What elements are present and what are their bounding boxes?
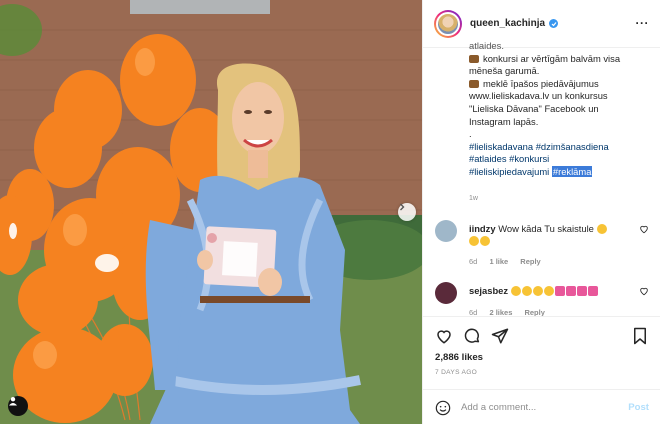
heart-eyes-emoji-icon (480, 236, 490, 246)
crying-laughing-emoji-icon (543, 286, 554, 296)
caption-line: konkursi ar vērtīgām balvām visa (469, 53, 649, 66)
caption-line: . (469, 128, 472, 140)
commenter-avatar[interactable] (435, 220, 457, 242)
comment-text: iindzy Wow kāda Tu skaistule (469, 223, 639, 247)
comment-likes[interactable]: 1 like (489, 257, 508, 266)
crying-laughing-emoji-icon (521, 286, 532, 296)
like-comment-heart-icon[interactable] (639, 224, 649, 234)
post-caption: atlaides. konkursi ar vērtīgām balvām vi… (469, 40, 649, 179)
gift-emoji-icon (576, 286, 587, 296)
gift-emoji-icon (554, 286, 565, 296)
hashtag-link[interactable]: #konkursi (509, 153, 549, 164)
crying-laughing-emoji-icon (532, 286, 543, 296)
caption-line: meklē īpašos piedāvājumus (469, 78, 649, 91)
post-side-panel: queen_kachinja ··· atlaides. konkursi ar… (422, 0, 660, 424)
comment-input[interactable] (461, 402, 629, 413)
hashtag-line: #lieliskadavana #dzimšanasdiena (469, 141, 649, 154)
bookmark-icon[interactable] (631, 327, 649, 345)
photo-illustration (0, 0, 422, 424)
gift-emoji-icon (565, 286, 576, 296)
heart-eyes-emoji-icon (596, 224, 607, 234)
commenter-username[interactable]: iindzy (469, 223, 496, 234)
hashtag-line: #atlaides #konkursi (469, 153, 649, 166)
comment-body: Wow kāda Tu skaistule (498, 223, 594, 234)
gift-box-emoji-icon (469, 79, 479, 88)
user-icon (9, 397, 17, 406)
chevron-right-icon (400, 203, 405, 211)
comment-meta: 6d 1 like Reply (469, 257, 551, 266)
caption-line: Instagram lapās. (469, 115, 539, 127)
verified-badge-icon (549, 19, 559, 28)
heart-icon[interactable] (435, 327, 453, 345)
smiley-icon[interactable] (435, 400, 451, 416)
hashtag-link[interactable]: #dzimšanasdiena (536, 141, 609, 152)
reply-button[interactable]: Reply (520, 257, 540, 266)
caption-line: mēneša garumā. (469, 65, 540, 77)
author-avatar[interactable] (434, 9, 462, 38)
hashtag-link[interactable]: #atlaides (469, 153, 507, 164)
comment-composer: Post (423, 389, 660, 424)
post-actions: 2,886 likes 7 DAYS AGO Post (423, 316, 660, 424)
hashtag-link[interactable]: #lieliskipiedavajumi (469, 166, 549, 177)
paper-plane-icon[interactable] (491, 327, 509, 345)
caption-timestamp[interactable]: 1w (469, 195, 478, 202)
caption-line: "Lieliska Dāvana" Facebook un (469, 102, 599, 114)
hashtag-link[interactable]: #lieliskadavana (469, 141, 533, 152)
comment-age: 6d (469, 257, 478, 266)
comment-icon[interactable] (463, 327, 481, 345)
heart-eyes-emoji-icon (469, 236, 479, 246)
comment-text: sejasbez (469, 285, 639, 297)
tagged-users-button[interactable] (8, 396, 28, 416)
gift-box-emoji-icon (469, 54, 479, 63)
hashtag-link-selected[interactable]: #reklāma (551, 165, 593, 177)
crying-laughing-emoji-icon (510, 286, 521, 296)
commenter-avatar[interactable] (435, 282, 457, 304)
caption-line: www.lieliskadava.lv un konkursus (469, 90, 608, 102)
likes-count[interactable]: 2,886 likes (435, 352, 483, 363)
next-photo-button[interactable] (398, 203, 416, 221)
commenter-username[interactable]: sejasbez (469, 285, 508, 296)
post-date[interactable]: 7 DAYS AGO (435, 369, 477, 376)
like-comment-heart-icon[interactable] (639, 286, 649, 296)
post-comment-button[interactable]: Post (628, 402, 649, 413)
post-photo[interactable] (0, 0, 422, 424)
more-options-button[interactable]: ··· (636, 16, 650, 30)
author-username[interactable]: queen_kachinja (470, 18, 545, 29)
hashtag-line: #lieliskipiedavajumi #reklāma (469, 165, 649, 179)
caption-line: atlaides. (469, 40, 504, 51)
gift-emoji-icon (587, 286, 598, 296)
